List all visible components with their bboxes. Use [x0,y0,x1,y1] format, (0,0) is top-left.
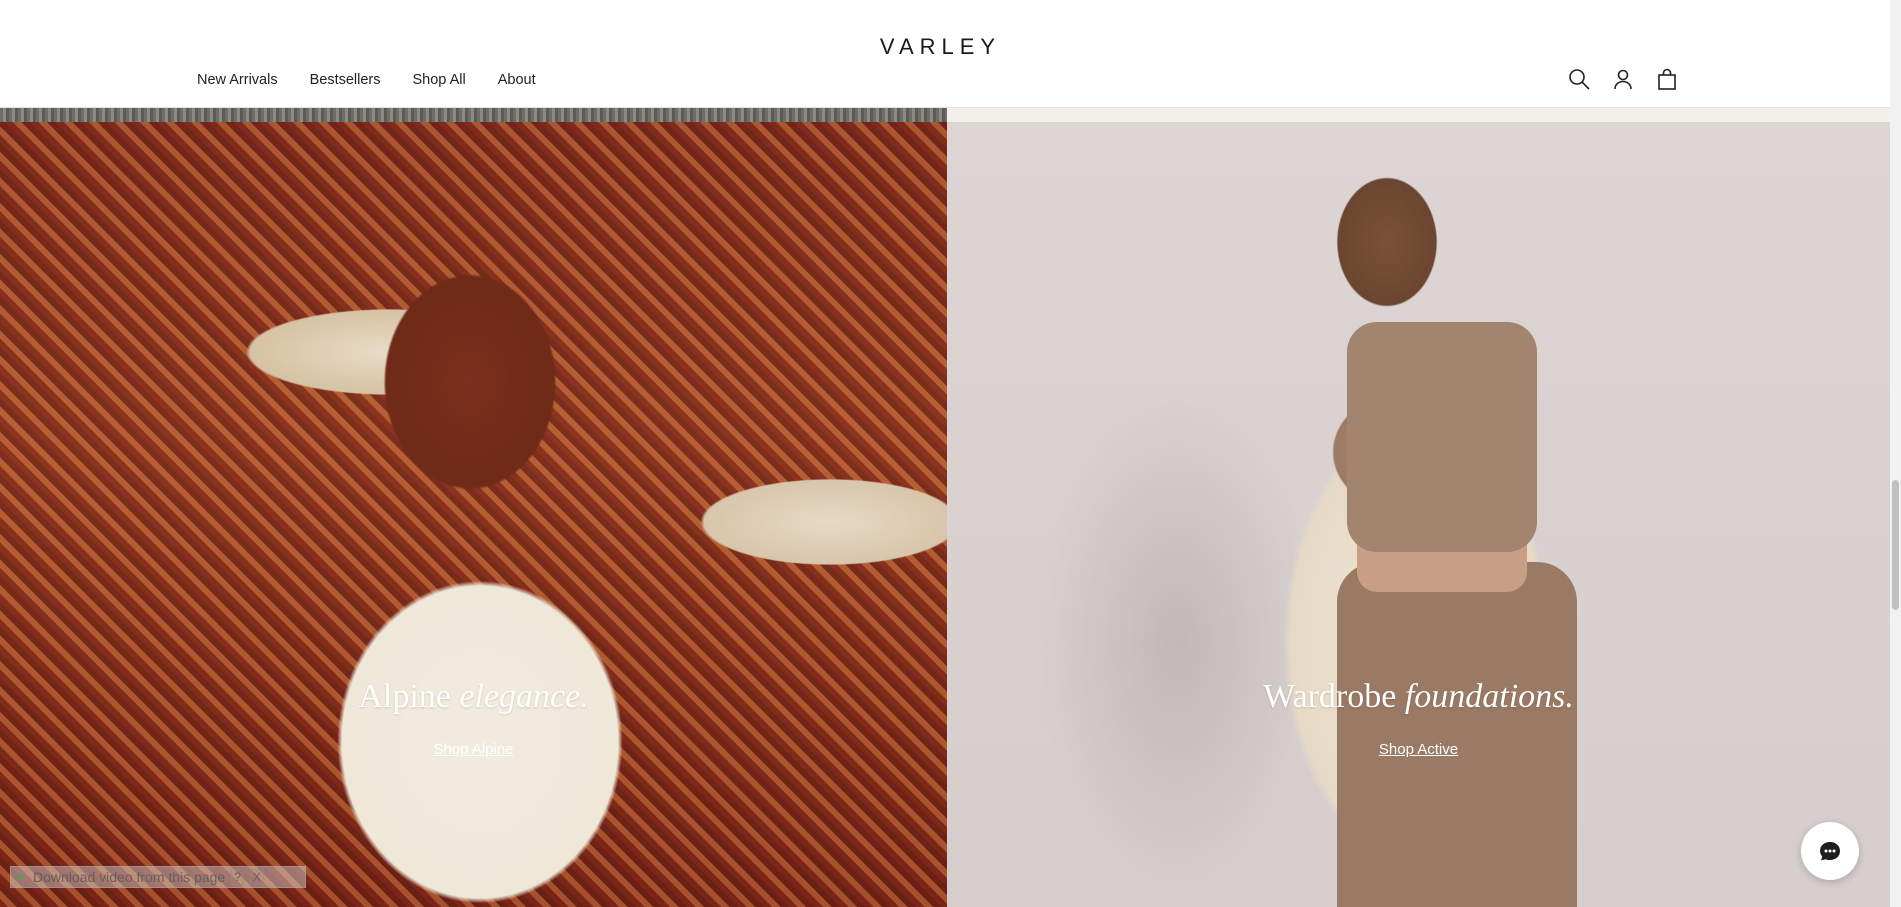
download-help-button[interactable]: ? [231,869,244,885]
shop-alpine-label[interactable]: Shop Alpine [433,741,513,758]
active-title-italic: foundations. [1404,678,1574,715]
nav-shop-all[interactable]: Shop All [413,72,466,88]
scrollbar-thumb[interactable] [1892,480,1899,610]
active-title-plain: Wardrobe [1263,678,1405,715]
chat-button[interactable] [1801,822,1859,880]
shop-active-label[interactable]: Shop Active [1379,741,1458,758]
page-scrollbar[interactable] [1890,0,1901,907]
bag-icon[interactable] [1654,66,1680,92]
account-icon[interactable] [1610,66,1636,92]
alpine-title-italic: elegance. [459,678,589,715]
download-video-link[interactable]: Download video from this page [33,869,225,885]
alpine-title-plain: Alpine [358,678,460,715]
shop-alpine-link[interactable]: Shop Alpine [0,741,947,758]
header-icons [1566,66,1680,92]
main-nav: New Arrivals Bestsellers Shop All About [197,72,536,88]
alpine-panel[interactable]: Alpine elegance. Shop Alpine [0,122,947,907]
model-top-shape [1347,322,1537,552]
search-icon[interactable] [1566,66,1592,92]
previous-section-edge [0,108,947,122]
model-leggings-shape [1337,562,1577,907]
chat-icon [1820,842,1840,861]
nav-about[interactable]: About [498,72,536,88]
active-panel[interactable]: Wardrobe foundations. Shop Active [947,122,1890,907]
nav-new-arrivals[interactable]: New Arrivals [197,72,278,88]
previous-section-edge-right [947,108,1890,122]
site-logo[interactable]: VARLEY [0,34,1881,60]
download-video-bar: Download video from this page ? X [10,866,306,888]
nav-bestsellers[interactable]: Bestsellers [310,72,381,88]
shop-active-link[interactable]: Shop Active [947,741,1890,758]
active-title: Wardrobe foundations. [947,678,1890,716]
site-header: VARLEY New Arrivals Bestsellers Shop All… [0,0,1890,108]
download-close-button[interactable]: X [249,869,264,885]
alpine-title: Alpine elegance. [0,678,947,716]
play-icon [18,873,26,881]
